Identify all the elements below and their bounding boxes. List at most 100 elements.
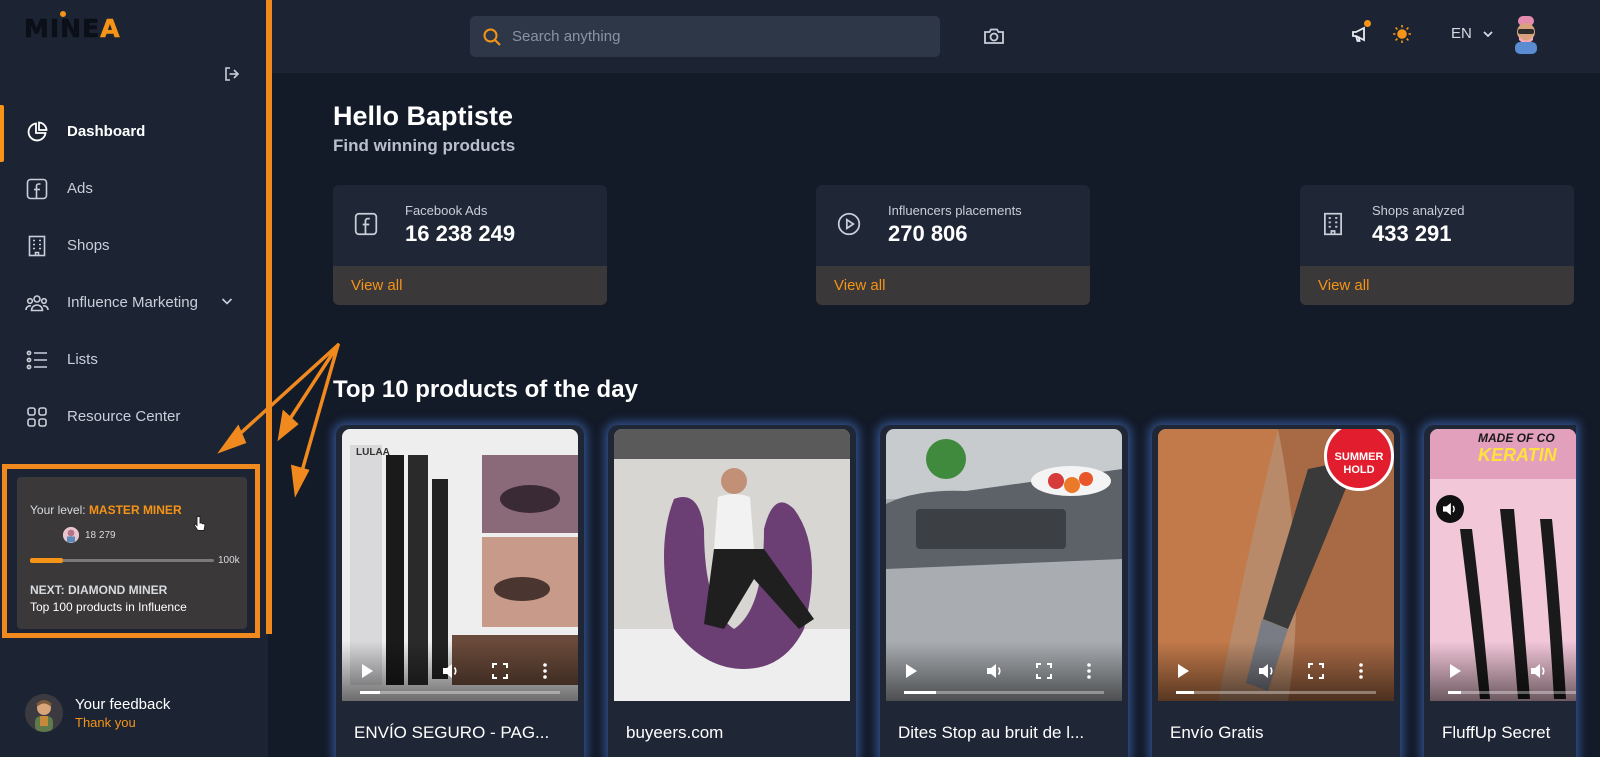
volume-icon[interactable] bbox=[1258, 663, 1276, 679]
volume-icon bbox=[1443, 502, 1455, 516]
sidebar-item-label: Lists bbox=[67, 351, 98, 368]
grid-icon bbox=[25, 405, 49, 429]
sidebar-item-shops[interactable]: Shops bbox=[0, 217, 262, 274]
sidebar-item-resource-center[interactable]: Resource Center bbox=[0, 388, 262, 445]
search-input[interactable] bbox=[512, 28, 912, 45]
video-progress-fill bbox=[360, 691, 380, 694]
stat-label: Influencers placements bbox=[888, 203, 1022, 218]
feedback-widget[interactable]: Your feedback Thank you bbox=[25, 694, 170, 732]
play-icon[interactable] bbox=[360, 663, 374, 679]
logo-dot bbox=[60, 11, 66, 17]
video-progress-bar[interactable] bbox=[1176, 691, 1376, 694]
view-all-link[interactable]: View all bbox=[333, 266, 607, 305]
sidebar-item-label: Dashboard bbox=[67, 123, 146, 140]
view-all-link[interactable]: View all bbox=[1300, 266, 1574, 305]
product-card[interactable]: buyeers.com bbox=[608, 425, 856, 757]
sidebar-item-dashboard[interactable]: Dashboard bbox=[0, 103, 262, 162]
fullscreen-icon[interactable] bbox=[1036, 663, 1052, 679]
page-title: Hello Baptiste bbox=[333, 101, 514, 131]
product-card[interactable]: Dites Stop au bruit de l... bbox=[880, 425, 1128, 757]
stat-label: Facebook Ads bbox=[405, 203, 488, 218]
stat-value: 270 806 bbox=[888, 221, 968, 246]
notification-dot bbox=[1364, 20, 1371, 27]
level-next: NEXT: DIAMOND MINER bbox=[30, 583, 168, 597]
product-video[interactable]: MADE OF CO KERATIN bbox=[1430, 429, 1576, 701]
video-controls bbox=[886, 641, 1122, 701]
page-subtitle: Find winning products bbox=[333, 136, 516, 155]
sidebar-item-lists[interactable]: Lists bbox=[0, 331, 262, 388]
avatar bbox=[25, 694, 63, 732]
fullscreen-icon[interactable] bbox=[492, 663, 508, 679]
more-vertical-icon[interactable] bbox=[542, 663, 548, 679]
product-video[interactable] bbox=[886, 429, 1122, 701]
sidebar-item-label: Shops bbox=[67, 237, 110, 254]
product-title: Envío Gratis bbox=[1170, 723, 1264, 742]
more-vertical-icon[interactable] bbox=[1086, 663, 1092, 679]
video-progress-bar[interactable] bbox=[904, 691, 1104, 694]
mute-toggle[interactable] bbox=[1436, 495, 1464, 523]
volume-icon[interactable] bbox=[442, 663, 460, 679]
product-card[interactable]: LULAA ENVÍO SEGURO - PAG... bbox=[336, 425, 584, 757]
search-bar[interactable] bbox=[470, 16, 940, 57]
video-progress-fill bbox=[1448, 691, 1461, 694]
level-title: Your level: MASTER MINER bbox=[30, 503, 182, 517]
announcements-button[interactable] bbox=[1350, 20, 1371, 49]
sun-icon bbox=[1393, 25, 1411, 43]
sidebar-highlight-line bbox=[266, 0, 272, 634]
play-circle-icon bbox=[836, 211, 862, 242]
building-icon bbox=[1320, 211, 1346, 242]
user-avatar[interactable] bbox=[1510, 14, 1542, 54]
fullscreen-icon[interactable] bbox=[1308, 663, 1324, 679]
product-card[interactable]: SUMMER HOLD Envío Gratis bbox=[1152, 425, 1400, 757]
play-icon[interactable] bbox=[1448, 663, 1462, 679]
product-video[interactable]: SUMMER HOLD bbox=[1158, 429, 1394, 701]
mouse-pointer-icon bbox=[193, 516, 206, 531]
logo-accent: A bbox=[100, 14, 121, 44]
level-card[interactable]: Your level: MASTER MINER 18 279 100k NEX… bbox=[17, 477, 247, 629]
play-icon[interactable] bbox=[904, 663, 918, 679]
users-icon bbox=[25, 291, 49, 315]
video-progress-bar[interactable] bbox=[1448, 691, 1576, 694]
product-title: FluffUp Secret bbox=[1442, 723, 1551, 742]
sidebar-item-label: Ads bbox=[67, 180, 93, 197]
megaphone-icon bbox=[1352, 26, 1365, 42]
video-progress-fill bbox=[904, 691, 936, 694]
product-card[interactable]: MADE OF CO KERATIN FluffUp Secret bbox=[1424, 425, 1576, 757]
video-progress-bar[interactable] bbox=[360, 691, 560, 694]
sidebar: MINEA Dashboard Ads Shops Influence Mark… bbox=[0, 0, 268, 757]
sidebar-item-influence-marketing[interactable]: Influence Marketing bbox=[0, 274, 262, 331]
image-search-button[interactable] bbox=[983, 26, 1005, 51]
play-icon[interactable] bbox=[1176, 663, 1190, 679]
view-all-label: View all bbox=[351, 277, 403, 294]
stat-card-influencers: Influencers placements 270 806 View all bbox=[816, 185, 1090, 305]
theme-toggle[interactable] bbox=[1392, 24, 1412, 49]
product-overlay-text: LULAA bbox=[356, 447, 390, 458]
more-vertical-icon[interactable] bbox=[1358, 663, 1364, 679]
view-all-label: View all bbox=[1318, 277, 1370, 294]
product-video[interactable]: LULAA bbox=[342, 429, 578, 701]
collapse-sidebar-button[interactable] bbox=[222, 64, 242, 84]
sidebar-item-label: Resource Center bbox=[67, 408, 181, 425]
language-selector[interactable]: EN bbox=[1451, 25, 1494, 42]
level-progress-fill bbox=[30, 558, 64, 563]
search-icon bbox=[483, 28, 501, 46]
product-title: buyeers.com bbox=[626, 723, 724, 742]
product-title: ENVÍO SEGURO - PAG... bbox=[354, 723, 550, 742]
product-title: Dites Stop au bruit de l... bbox=[898, 723, 1085, 742]
level-prefix: Your level: bbox=[30, 503, 89, 517]
level-progress-bar bbox=[30, 558, 214, 563]
sidebar-item-ads[interactable]: Ads bbox=[0, 160, 262, 217]
volume-icon[interactable] bbox=[986, 663, 1004, 679]
product-image[interactable] bbox=[614, 429, 850, 701]
logo[interactable]: MINEA bbox=[24, 11, 121, 44]
sidebar-item-label: Influence Marketing bbox=[67, 294, 198, 311]
product-overlay-text: KERATIN bbox=[1478, 445, 1557, 465]
chevron-down-icon[interactable] bbox=[220, 294, 234, 308]
section-title: Top 10 products of the day bbox=[333, 376, 638, 403]
level-goal: Top 100 products in Influence bbox=[30, 600, 187, 614]
stat-card-shops: Shops analyzed 433 291 View all bbox=[1300, 185, 1574, 305]
level-max: 100k bbox=[218, 555, 240, 566]
view-all-link[interactable]: View all bbox=[816, 266, 1090, 305]
video-controls bbox=[1430, 641, 1576, 701]
volume-icon[interactable] bbox=[1530, 663, 1548, 679]
